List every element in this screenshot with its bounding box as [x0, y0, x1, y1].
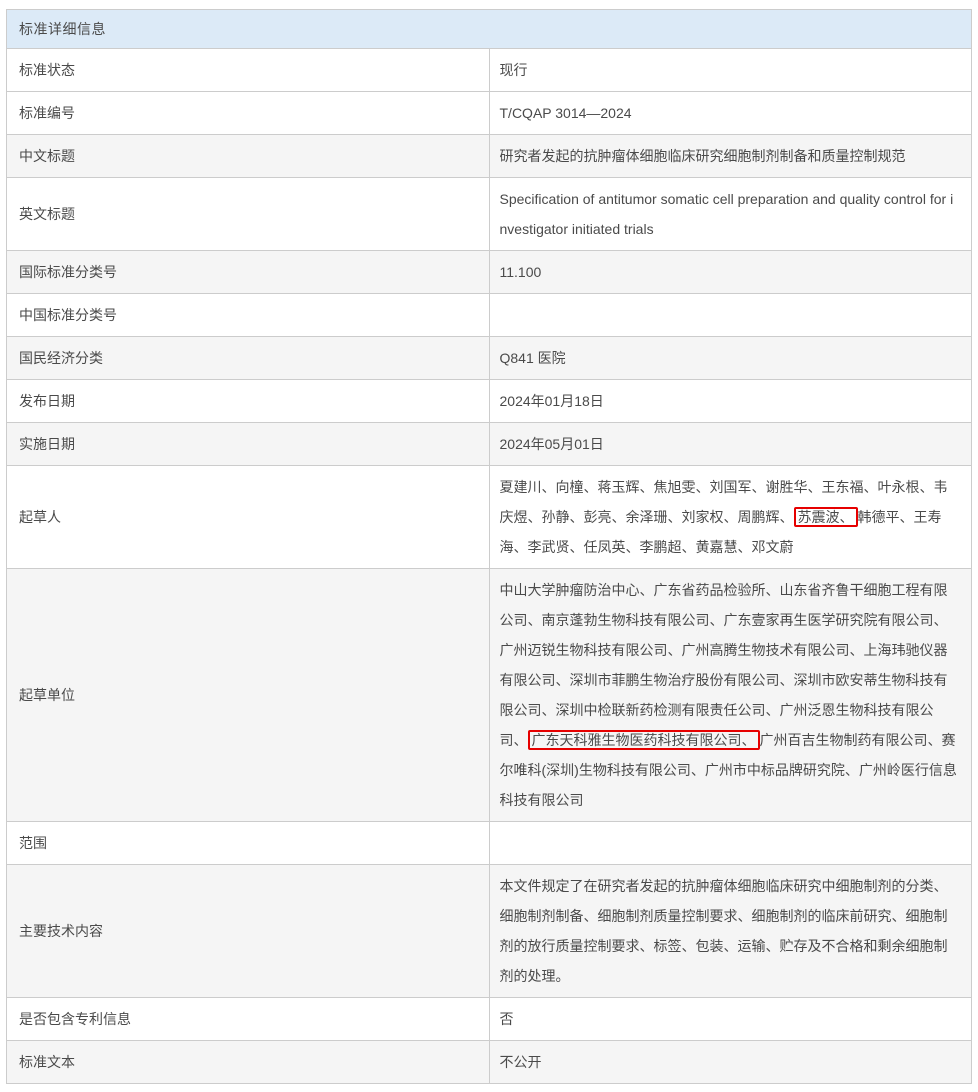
row-label: 中文标题 — [7, 135, 490, 178]
row-label: 中国标准分类号 — [7, 294, 490, 337]
row-label: 英文标题 — [7, 178, 490, 251]
row-english-title: 英文标题 Specification of antitumor somatic … — [7, 178, 972, 251]
table-header-row: 标准详细信息 — [7, 10, 972, 49]
row-has-patent: 是否包含专利信息 否 — [7, 998, 972, 1041]
row-label: 国民经济分类 — [7, 337, 490, 380]
row-label: 标准文本 — [7, 1041, 490, 1084]
row-value: 否 — [489, 998, 972, 1041]
row-value: 2024年05月01日 — [489, 423, 972, 466]
red-highlight-box: 苏震波、 — [794, 507, 858, 527]
row-value: T/CQAP 3014—2024 — [489, 92, 972, 135]
row-main-content: 主要技术内容 本文件规定了在研究者发起的抗肿瘤体细胞临床研究中细胞制剂的分类、细… — [7, 865, 972, 998]
page-title: 标准详细信息 — [7, 10, 972, 49]
row-value — [489, 822, 972, 865]
row-label: 标准编号 — [7, 92, 490, 135]
row-standard-text: 标准文本 不公开 — [7, 1041, 972, 1084]
page: 标准详细信息 标准状态 现行 标准编号 T/CQAP 3014—2024 中文标… — [0, 0, 978, 1092]
row-standard-status: 标准状态 现行 — [7, 49, 972, 92]
row-value: 不公开 — [489, 1041, 972, 1084]
row-value: 中山大学肿瘤防治中心、广东省药品检验所、山东省齐鲁干细胞工程有限公司、南京蓬勃生… — [489, 569, 972, 822]
row-standard-code: 标准编号 T/CQAP 3014—2024 — [7, 92, 972, 135]
row-label: 起草单位 — [7, 569, 490, 822]
row-value: 本文件规定了在研究者发起的抗肿瘤体细胞临床研究中细胞制剂的分类、细胞制剂制备、细… — [489, 865, 972, 998]
red-highlight-box: 广东天科雅生物医药科技有限公司、 — [528, 730, 760, 750]
row-value — [489, 294, 972, 337]
row-label: 起草人 — [7, 466, 490, 569]
row-scope: 范围 — [7, 822, 972, 865]
row-economy-class: 国民经济分类 Q841 医院 — [7, 337, 972, 380]
row-draft-units: 起草单位 中山大学肿瘤防治中心、广东省药品检验所、山东省齐鲁干细胞工程有限公司、… — [7, 569, 972, 822]
row-publish-date: 发布日期 2024年01月18日 — [7, 380, 972, 423]
row-label: 标准状态 — [7, 49, 490, 92]
row-implement-date: 实施日期 2024年05月01日 — [7, 423, 972, 466]
row-label: 范围 — [7, 822, 490, 865]
row-ccs-number: 中国标准分类号 — [7, 294, 972, 337]
row-value: Q841 医院 — [489, 337, 972, 380]
row-label: 实施日期 — [7, 423, 490, 466]
standard-detail-table: 标准详细信息 标准状态 现行 标准编号 T/CQAP 3014—2024 中文标… — [6, 9, 972, 1084]
row-label: 发布日期 — [7, 380, 490, 423]
row-label: 主要技术内容 — [7, 865, 490, 998]
row-ics-number: 国际标准分类号 11.100 — [7, 251, 972, 294]
row-drafters: 起草人 夏建川、向橦、蒋玉辉、焦旭雯、刘国军、谢胜华、王东福、叶永根、韦庆煜、孙… — [7, 466, 972, 569]
row-value: 现行 — [489, 49, 972, 92]
draft-units-text-before: 中山大学肿瘤防治中心、广东省药品检验所、山东省齐鲁干细胞工程有限公司、南京蓬勃生… — [500, 582, 948, 748]
row-label: 国际标准分类号 — [7, 251, 490, 294]
row-value: 2024年01月18日 — [489, 380, 972, 423]
row-value: 夏建川、向橦、蒋玉辉、焦旭雯、刘国军、谢胜华、王东福、叶永根、韦庆煜、孙静、彭亮… — [489, 466, 972, 569]
row-value: 11.100 — [489, 251, 972, 294]
row-chinese-title: 中文标题 研究者发起的抗肿瘤体细胞临床研究细胞制剂制备和质量控制规范 — [7, 135, 972, 178]
row-value: Specification of antitumor somatic cell … — [489, 178, 972, 251]
row-label: 是否包含专利信息 — [7, 998, 490, 1041]
row-value: 研究者发起的抗肿瘤体细胞临床研究细胞制剂制备和质量控制规范 — [489, 135, 972, 178]
